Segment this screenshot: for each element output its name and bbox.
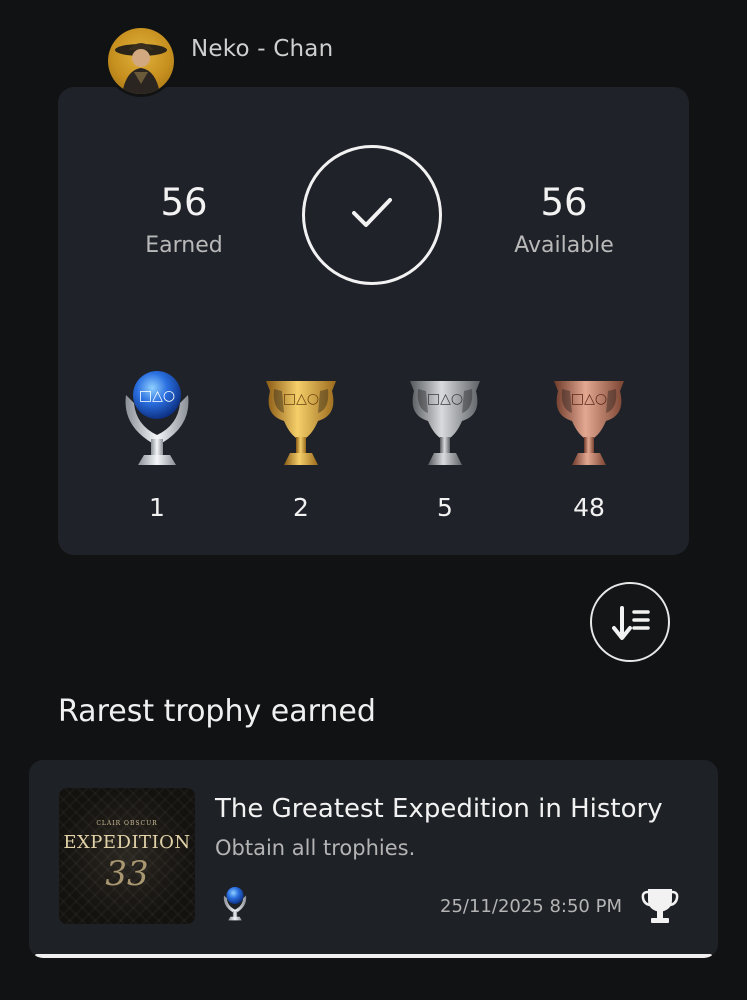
trophy-description: Obtain all trophies. (215, 836, 416, 860)
trophy-summary-card: 56 Earned 56 Available □△○ 1 □△○ 2 □△○ 5… (58, 87, 689, 555)
check-icon (352, 198, 392, 227)
completion-status (302, 145, 442, 285)
bronze-trophy-icon: □△○ (544, 365, 634, 473)
trophy-name: The Greatest Expedition in History (215, 794, 663, 824)
platinum-count: 1 (149, 493, 165, 522)
section-title: Rarest trophy earned (58, 694, 376, 729)
earned-date: 25/11/2025 8:50 PM (440, 896, 622, 917)
svg-text:□△○: □△○ (139, 388, 175, 404)
available-count: 56 (540, 181, 588, 224)
rarest-trophy-card[interactable]: CLAIR OBSCUR EXPEDITION 33 The Greatest … (29, 760, 718, 958)
platinum-trophy-icon (219, 880, 251, 928)
username: Neko - Chan (191, 36, 334, 62)
game-art-title: EXPEDITION (63, 832, 191, 853)
game-art-subtitle: CLAIR OBSCUR (96, 820, 158, 827)
sort-icon (612, 606, 650, 640)
bronze-count: 48 (573, 493, 605, 522)
silver-count: 5 (437, 493, 453, 522)
card-progress-underline (35, 954, 712, 958)
svg-text:□△○: □△○ (427, 391, 463, 407)
silver-trophy-icon: □△○ (400, 365, 490, 473)
game-art-number: 33 (105, 854, 149, 894)
gold-trophy-icon: □△○ (256, 365, 346, 473)
available-label: Available (514, 233, 614, 258)
avatar-image (115, 43, 167, 94)
sort-button[interactable] (590, 582, 670, 662)
avatar[interactable] (108, 28, 174, 94)
svg-text:□△○: □△○ (571, 391, 607, 407)
svg-text:□△○: □△○ (283, 391, 319, 407)
game-art: CLAIR OBSCUR EXPEDITION 33 (59, 788, 195, 924)
earned-count: 56 (160, 181, 208, 224)
gold-count: 2 (293, 493, 309, 522)
earned-stat: 56 Earned (94, 181, 274, 258)
trophy-cup-icon[interactable] (641, 886, 679, 926)
earned-label: Earned (145, 233, 223, 258)
platinum-trophy-icon: □△○ (112, 365, 202, 473)
available-stat: 56 Available (474, 181, 654, 258)
